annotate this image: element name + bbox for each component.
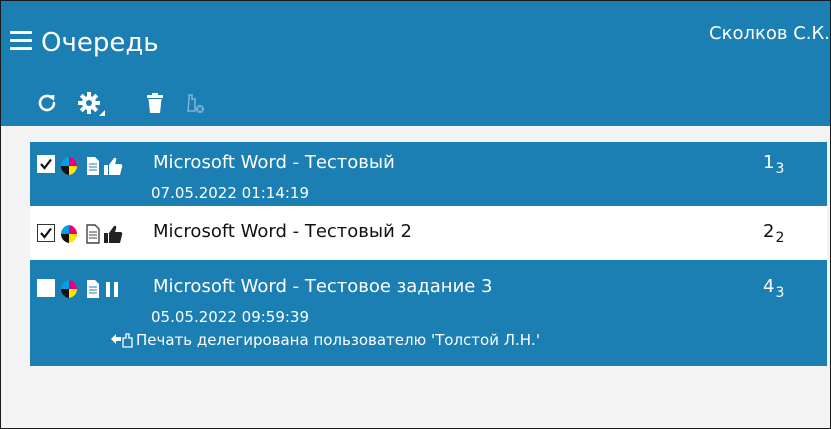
- job-checkbox[interactable]: [37, 279, 55, 297]
- job-date: 05.05.2022 09:59:39: [151, 308, 310, 326]
- settings-icon[interactable]: [77, 91, 105, 116]
- color-print-icon: [60, 157, 78, 175]
- job-list: Microsoft Word - Тестовый 07.05.2022 01:…: [1, 126, 830, 428]
- thumbs-up-icon: [104, 157, 123, 175]
- delegate-arrow-icon: [110, 331, 136, 349]
- pages-count: 3: [775, 161, 785, 177]
- job-icons: [60, 223, 150, 244]
- pages-count: 3: [775, 285, 785, 301]
- page-title: Очередь: [41, 28, 159, 58]
- job-row[interactable]: Microsoft Word - Тестовое задание 3 05.0…: [30, 260, 827, 366]
- job-count: 13: [763, 152, 784, 177]
- menu-icon[interactable]: [10, 31, 34, 51]
- job-count: 43: [763, 276, 784, 301]
- job-title: Microsoft Word - Тестовое задание 3: [153, 276, 493, 297]
- delegation-note: Печать делегирована пользователю 'Толсто…: [136, 331, 540, 349]
- copies-count: 1: [763, 152, 775, 173]
- header-bar: Очередь Сколков С.К.: [1, 1, 830, 126]
- job-title: Microsoft Word - Тестовый 2: [153, 221, 412, 242]
- user-name[interactable]: Сколков С.К.: [709, 23, 830, 44]
- delete-icon[interactable]: [143, 91, 167, 115]
- pages-count: 2: [775, 230, 785, 246]
- job-icons: [60, 278, 150, 298]
- copies-count: 4: [763, 276, 775, 297]
- job-row[interactable]: Microsoft Word - Тестовый 07.05.2022 01:…: [30, 142, 827, 206]
- job-date: 07.05.2022 01:14:19: [151, 184, 310, 202]
- job-checkbox[interactable]: [37, 155, 55, 173]
- pause-icon: [106, 282, 118, 297]
- document-icon: [87, 157, 99, 175]
- job-count: 22: [763, 221, 784, 246]
- refresh-icon[interactable]: [35, 91, 59, 115]
- job-row[interactable]: Microsoft Word - Тестовый 2 22: [30, 206, 827, 260]
- job-title: Microsoft Word - Тестовый: [153, 152, 395, 173]
- copies-count: 2: [763, 221, 775, 242]
- app-window: Очередь Сколков С.К. Microsoft Word - Те…: [0, 0, 831, 429]
- delegate-disabled-icon: [183, 91, 207, 115]
- job-icons: [60, 155, 150, 175]
- job-checkbox[interactable]: [37, 224, 55, 242]
